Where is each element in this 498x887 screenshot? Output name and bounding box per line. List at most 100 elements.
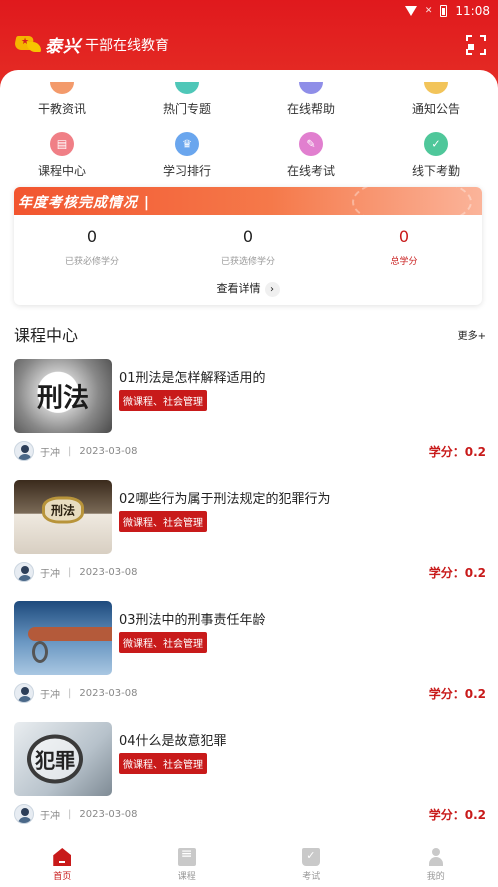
- wifi-icon: [404, 6, 417, 16]
- scan-icon[interactable]: [466, 35, 486, 55]
- meta-divider: |: [68, 566, 72, 578]
- course-center-icon: ▤: [50, 132, 74, 156]
- quick-item-course-center[interactable]: ▤ 课程中心: [12, 132, 112, 179]
- tab-exam[interactable]: 考试: [249, 840, 374, 887]
- stat-required-credits: 0 已获必修学分: [14, 227, 170, 267]
- course-item[interactable]: 犯罪 04什么是故意犯罪 微课程、社会管理 于冲 | 2023-03-08 学分…: [14, 722, 486, 834]
- course-title[interactable]: 03刑法中的刑事责任年龄: [119, 609, 266, 628]
- course-date: 2023-03-08: [79, 566, 138, 578]
- course-author: 于冲: [40, 810, 60, 822]
- meta-divider: |: [68, 808, 72, 820]
- bottom-tab-bar: 首页 课程 考试 我的: [0, 840, 498, 887]
- author-avatar: [14, 804, 34, 824]
- quick-item-notice[interactable]: 通知公告: [386, 82, 486, 117]
- battery-icon: [440, 5, 448, 17]
- news-icon: [50, 82, 74, 94]
- stat-label: 已获必修学分: [64, 257, 119, 267]
- attendance-icon: ✓: [424, 132, 448, 156]
- assessment-banner: 年度考核完成情况 |: [14, 187, 482, 227]
- quick-item-label: 课程中心: [37, 164, 86, 178]
- view-details-label: 查看详情: [216, 282, 261, 295]
- stat-total-credits: 0 总学分: [326, 227, 482, 267]
- course-title[interactable]: 01刑法是怎样解释适用的: [119, 367, 266, 386]
- course-item[interactable]: 03刑法中的刑事责任年龄 微课程、社会管理 于冲 | 2023-03-08 学分…: [14, 601, 486, 713]
- tab-home[interactable]: 首页: [0, 840, 125, 887]
- tab-courses[interactable]: 课程: [125, 840, 250, 887]
- course-date: 2023-03-08: [79, 445, 138, 457]
- author-avatar: [14, 683, 34, 703]
- course-item[interactable]: 刑法 02哪些行为属于刑法规定的犯罪行为 微课程、社会管理 于冲 | 2023-…: [14, 480, 486, 592]
- course-author: 于冲: [40, 689, 60, 701]
- tab-label: 我的: [426, 872, 445, 882]
- handcuff-icon: [32, 641, 48, 663]
- meta-divider: |: [68, 687, 72, 699]
- tab-label: 首页: [53, 872, 72, 882]
- party-flag-logo-icon: ★: [13, 34, 41, 56]
- course-thumbnail[interactable]: 刑法: [14, 480, 112, 554]
- stat-elective-credits: 0 已获选修学分: [170, 227, 326, 267]
- course-title[interactable]: 02哪些行为属于刑法规定的犯罪行为: [119, 488, 331, 507]
- main-panel: 干教资讯 热门专题 在线帮助 通知公告 ▤ 课程中心 ♛ 学习排行 ✎ 在线考试…: [0, 70, 498, 840]
- course-meta: 于冲 | 2023-03-08: [14, 804, 138, 824]
- section-title: 课程中心: [14, 326, 79, 345]
- topic-icon: [175, 82, 199, 94]
- course-tag: 微课程、社会管理: [119, 390, 207, 411]
- course-credit: 学分：0.2: [428, 687, 486, 701]
- course-author: 于冲: [40, 568, 60, 580]
- no-sim-icon: ✕: [424, 6, 433, 16]
- course-item[interactable]: 刑法 01刑法是怎样解释适用的 微课程、社会管理 于冲 | 2023-03-08…: [14, 359, 486, 471]
- exam-icon: ✎: [299, 132, 323, 156]
- course-meta: 于冲 | 2023-03-08: [14, 562, 138, 582]
- notice-icon: [424, 82, 448, 94]
- course-title[interactable]: 04什么是故意犯罪: [119, 730, 227, 749]
- stat-label: 总学分: [390, 257, 418, 267]
- profile-icon: [427, 848, 445, 866]
- course-date: 2023-03-08: [79, 687, 138, 699]
- brand-name: 泰兴: [45, 37, 81, 57]
- stat-label: 已获选修学分: [220, 257, 275, 267]
- quick-item-label: 热门专题: [162, 102, 211, 116]
- tab-label: 课程: [177, 872, 196, 882]
- tab-label: 考试: [302, 872, 321, 882]
- quick-item-label: 通知公告: [411, 102, 460, 116]
- quick-item-label: 在线帮助: [286, 102, 335, 116]
- tab-profile[interactable]: 我的: [374, 840, 498, 887]
- course-date: 2023-03-08: [79, 808, 138, 820]
- assessment-card: 年度考核完成情况 | 0 已获必修学分 0 已获选修学分 0 总学分 查看详情 ›: [14, 187, 482, 305]
- course-credit: 学分：0.2: [428, 445, 486, 459]
- chevron-right-icon: ›: [264, 281, 280, 297]
- exam-icon: [302, 848, 321, 866]
- quick-item-news[interactable]: 干教资讯: [12, 82, 112, 117]
- quick-item-label: 学习排行: [162, 164, 211, 178]
- course-credit: 学分：0.2: [428, 566, 486, 580]
- course-tag: 微课程、社会管理: [119, 632, 207, 653]
- assessment-title: 年度考核完成情况 |: [18, 195, 150, 211]
- quick-item-help[interactable]: 在线帮助: [261, 82, 361, 117]
- author-avatar: [14, 441, 34, 461]
- stat-value: 0: [398, 227, 410, 246]
- more-link[interactable]: 更多+: [458, 327, 486, 342]
- stat-value: 0: [242, 227, 254, 246]
- course-credit: 学分：0.2: [428, 808, 486, 822]
- arm-graphic: [28, 627, 112, 641]
- course-thumbnail[interactable]: 刑法: [14, 359, 112, 433]
- quick-item-exam[interactable]: ✎ 在线考试: [261, 132, 361, 179]
- quick-item-attendance[interactable]: ✓ 线下考勤: [386, 132, 486, 179]
- course-tag: 微课程、社会管理: [119, 511, 207, 532]
- stat-value: 0: [86, 227, 98, 246]
- quick-item-ranking[interactable]: ♛ 学习排行: [137, 132, 237, 179]
- help-icon: [299, 82, 323, 94]
- view-details-link[interactable]: 查看详情 ›: [14, 280, 482, 297]
- home-icon: [53, 848, 72, 866]
- course-author: 于冲: [40, 447, 60, 459]
- author-avatar: [14, 562, 34, 582]
- quick-item-topics[interactable]: 热门专题: [137, 82, 237, 117]
- status-bar: ✕ 11:08: [404, 0, 498, 22]
- course-thumbnail[interactable]: [14, 601, 112, 675]
- course-thumbnail[interactable]: 犯罪: [14, 722, 112, 796]
- status-time: 11:08: [455, 4, 490, 18]
- brand: ★ 泰兴 干部在线教育: [13, 32, 169, 57]
- ranking-icon: ♛: [175, 132, 199, 156]
- quick-item-label: 干教资讯: [37, 102, 86, 116]
- course-meta: 于冲 | 2023-03-08: [14, 683, 138, 703]
